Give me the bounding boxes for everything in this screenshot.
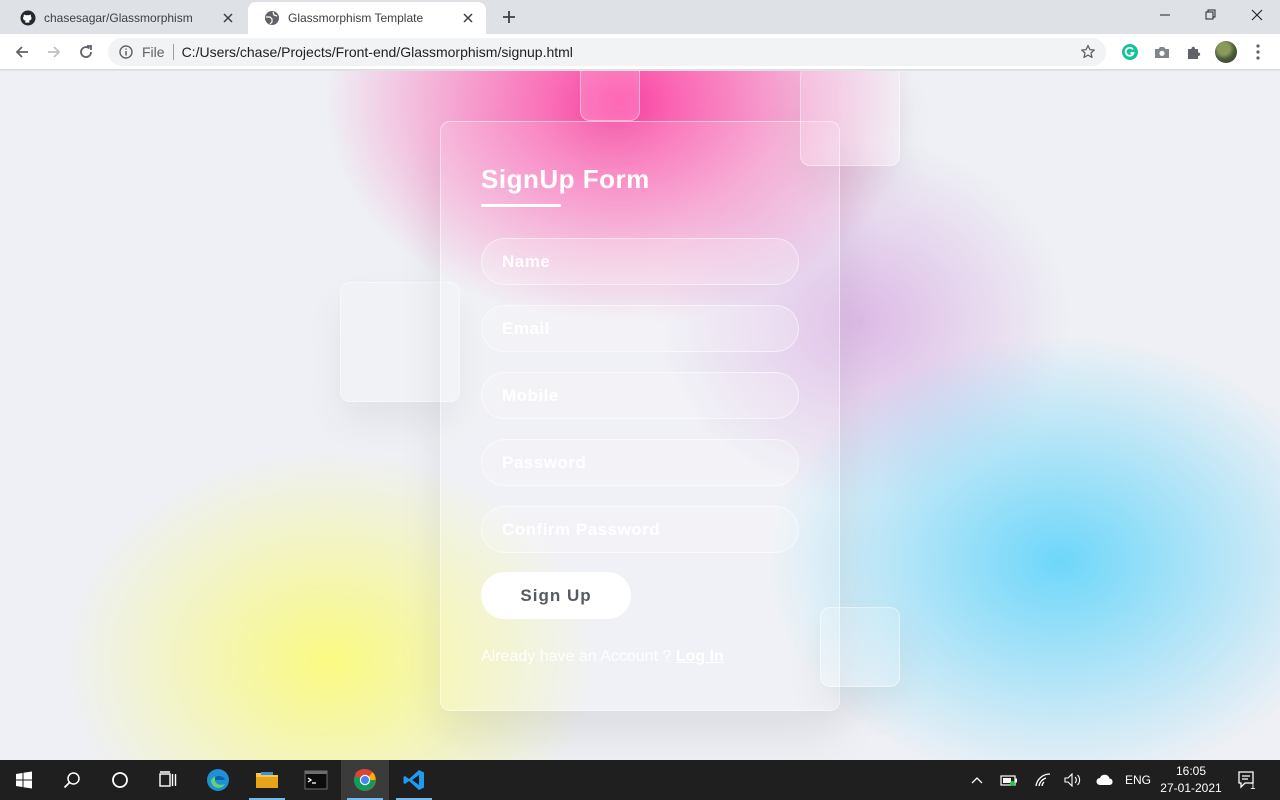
tab-title: Glassmorphism Template: [288, 11, 424, 25]
vscode-icon: [403, 770, 424, 790]
reload-button[interactable]: [72, 38, 100, 66]
login-prompt-text: Already have an Account ?: [481, 648, 672, 665]
back-button[interactable]: [8, 38, 36, 66]
clock-date: 27-01-2021: [1160, 781, 1222, 795]
task-view-icon: [159, 771, 177, 787]
decorative-glass-square: [820, 607, 900, 687]
tab-strip: chasesagar/Glassmorphism Glassmorphism T…: [0, 0, 1280, 34]
chevron-up-icon: [971, 777, 983, 784]
folder-icon: [256, 772, 278, 788]
edge-icon: [207, 769, 229, 791]
profile-avatar[interactable]: [1215, 41, 1237, 63]
form-title: SignUp Form: [481, 164, 650, 194]
minimize-button[interactable]: [1142, 0, 1188, 30]
tab-title: chasesagar/Glassmorphism: [44, 11, 193, 25]
page-viewport: SignUp Form Sign Up Already have an Acco…: [0, 71, 1280, 760]
close-tab-icon[interactable]: [220, 10, 236, 26]
mobile-input[interactable]: [481, 372, 799, 419]
sign-up-button[interactable]: Sign Up: [481, 572, 631, 619]
windows-taskbar: ENG 16:05 27-01-2021 1: [0, 760, 1280, 800]
wifi-icon: [1035, 773, 1051, 787]
close-window-button[interactable]: [1234, 0, 1280, 30]
log-in-link[interactable]: Log In: [676, 648, 724, 665]
edge-taskbar-app[interactable]: [194, 760, 242, 800]
cortana-button[interactable]: [96, 760, 144, 800]
onedrive-button[interactable]: [1092, 760, 1118, 800]
plus-icon: [503, 11, 515, 23]
signup-form-card: SignUp Form Sign Up Already have an Acco…: [440, 121, 840, 711]
github-icon: [20, 10, 36, 26]
url-text[interactable]: C:/Users/chase/Projects/Front-end/Glassm…: [182, 44, 1074, 60]
terminal-icon: [304, 770, 328, 790]
close-icon: [1251, 9, 1263, 21]
arrow-right-icon: [48, 46, 61, 58]
browser-toolbar: File C:/Users/chase/Projects/Front-end/G…: [0, 34, 1280, 70]
email-input[interactable]: [481, 305, 799, 352]
system-clock[interactable]: 16:05 27-01-2021: [1158, 763, 1224, 797]
start-button[interactable]: [0, 760, 48, 800]
battery-icon: [1000, 775, 1017, 786]
globe-icon: [264, 10, 280, 26]
terminal-taskbar-app[interactable]: [292, 760, 340, 800]
notification-count-badge: 1: [1250, 781, 1256, 792]
chrome-icon: [353, 768, 376, 791]
cortana-circle-icon: [112, 772, 128, 788]
chrome-taskbar-app[interactable]: [341, 760, 389, 800]
cloud-icon: [1096, 774, 1113, 785]
volume-button[interactable]: [1060, 760, 1086, 800]
info-icon[interactable]: [118, 44, 134, 60]
notification-icon: [1238, 771, 1254, 789]
vscode-taskbar-app[interactable]: [390, 760, 438, 800]
title-underline: [481, 204, 561, 207]
search-icon: [63, 772, 80, 789]
confirm-password-input[interactable]: [481, 506, 799, 553]
windows-logo-icon: [16, 771, 32, 789]
tab-github[interactable]: chasesagar/Glassmorphism: [4, 2, 246, 34]
restore-button[interactable]: [1188, 0, 1234, 30]
password-input[interactable]: [481, 439, 799, 486]
battery-button[interactable]: [996, 760, 1022, 800]
name-input[interactable]: [481, 238, 799, 285]
new-tab-button[interactable]: [498, 6, 520, 28]
network-button[interactable]: [1030, 760, 1056, 800]
scheme-label: File: [142, 44, 165, 60]
divider: [172, 44, 174, 60]
camera-icon[interactable]: [1152, 42, 1172, 62]
forward-button[interactable]: [40, 38, 68, 66]
decorative-glass-square: [580, 71, 640, 121]
clock-time: 16:05: [1175, 764, 1207, 778]
show-hidden-icons-button[interactable]: [964, 760, 990, 800]
close-tab-icon[interactable]: [460, 10, 476, 26]
restore-icon: [1205, 9, 1216, 20]
search-button[interactable]: [48, 760, 96, 800]
extensions-puzzle-icon[interactable]: [1184, 42, 1204, 62]
tab-glassmorphism[interactable]: Glassmorphism Template: [248, 2, 486, 34]
login-prompt-line: Already have an Account ? Log In: [481, 648, 724, 666]
file-explorer-taskbar-app[interactable]: [243, 760, 291, 800]
task-view-button[interactable]: [144, 760, 192, 800]
address-bar[interactable]: File C:/Users/chase/Projects/Front-end/G…: [108, 38, 1106, 66]
grammarly-icon[interactable]: [1120, 42, 1140, 62]
action-center-button[interactable]: 1: [1234, 760, 1264, 800]
reload-icon: [80, 45, 92, 58]
minimize-icon: [1160, 14, 1170, 16]
bookmark-star-icon[interactable]: [1074, 38, 1102, 66]
language-indicator[interactable]: ENG: [1124, 760, 1152, 800]
arrow-left-icon: [15, 46, 28, 58]
speaker-icon: [1064, 773, 1081, 787]
menu-kebab-icon[interactable]: [1248, 42, 1268, 62]
